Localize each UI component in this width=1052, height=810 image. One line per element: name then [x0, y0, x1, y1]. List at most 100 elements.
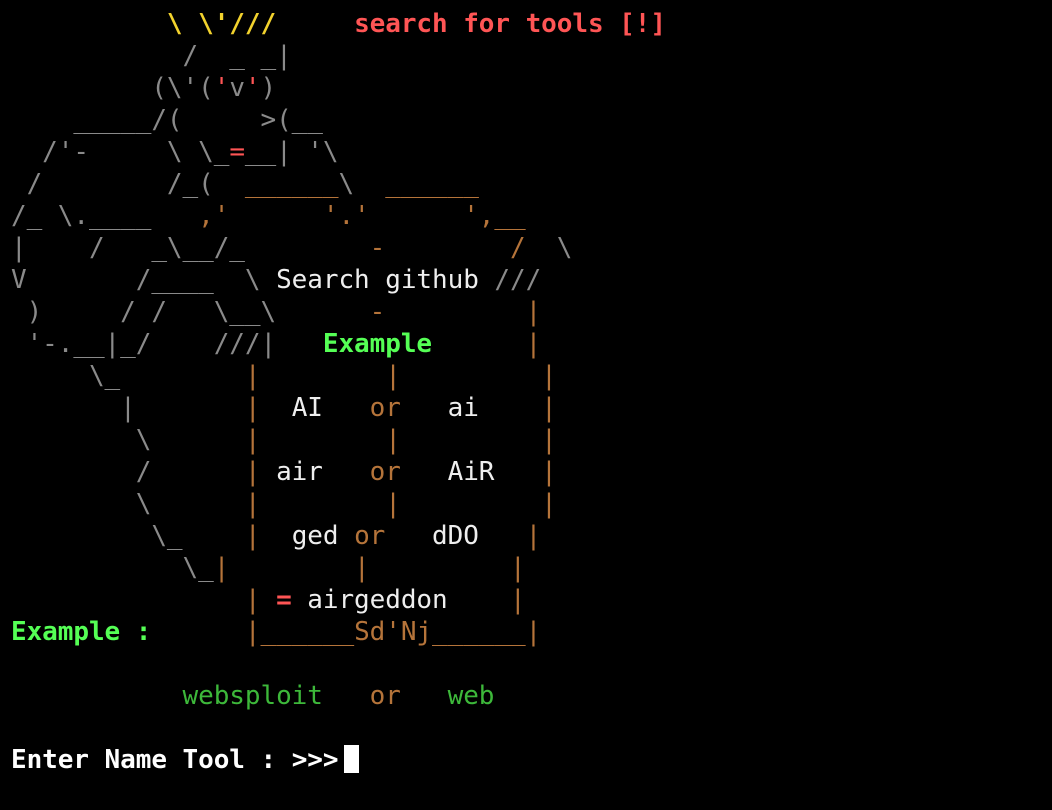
prompt-label: Enter Name Tool :	[11, 745, 277, 775]
pair-right: ai	[447, 393, 479, 423]
box-art: |	[494, 457, 557, 487]
example-right: web	[447, 681, 495, 711]
pair-row-3: \_ | ged or dDO |	[11, 520, 541, 552]
banner-row-1: \ \'/// search for tools [!]	[11, 8, 666, 40]
ascii-art: '-.__|_/ ///|	[11, 329, 323, 359]
crown-art: \ \'///	[11, 9, 339, 39]
ascii-art: /'- \ \_	[11, 137, 230, 167]
ascii-art: |	[11, 393, 214, 423]
ascii-art-eye: '	[213, 73, 230, 103]
box-title: Search github	[276, 265, 479, 295]
banner-row-3: (\'('v')	[11, 72, 276, 104]
box-art: ______	[244, 169, 339, 199]
result-value: airgeddon	[307, 585, 448, 615]
box-art: | | |	[213, 489, 557, 519]
text-cursor[interactable]	[344, 745, 360, 773]
banner-row-14: \ | | |	[11, 488, 557, 520]
pair-left: ged	[291, 521, 339, 551]
example-row: Example : |______Sd'Nj______|	[11, 616, 541, 648]
banner-row-12: \_ | | |	[11, 360, 557, 392]
banner-row-5: /'- \ \_=__| '\	[11, 136, 338, 168]
banner-row-9: V /____ \ Search github ///	[11, 264, 541, 296]
ascii-art: | / _\__/_	[11, 233, 245, 263]
box-signature: Sd'Nj	[354, 617, 433, 647]
box-art: |	[447, 585, 526, 615]
example-label: Example :	[11, 617, 152, 647]
box-art: |	[478, 521, 542, 551]
example-values-row: websploit or web	[11, 680, 495, 712]
box-art: |______	[151, 617, 355, 647]
box-art: | | |	[213, 361, 557, 391]
ascii-art: / /_(	[11, 169, 245, 199]
example-separator: or	[369, 681, 401, 711]
banner-row-7: /_ \.____ ,' '.' ',__	[11, 200, 526, 232]
ascii-art: __| '\	[244, 137, 339, 167]
ascii-art: \_	[11, 521, 214, 551]
prompt-arrow: >>>	[291, 745, 339, 775]
box-art: - |	[369, 297, 542, 327]
box-art: | | |	[213, 553, 526, 583]
box-example-heading: Example	[322, 329, 433, 359]
banner-row-8: | / _\__/_ - / \	[11, 232, 572, 264]
box-art: ,' '.' ',__	[198, 201, 526, 231]
ascii-art: _____/( >(__	[11, 105, 323, 135]
box-art: | | |	[213, 425, 557, 455]
ascii-art: \_	[11, 553, 214, 583]
box-art: |	[11, 585, 277, 615]
ascii-art-mouth: =	[229, 137, 245, 167]
box-art: |	[213, 521, 292, 551]
pair-separator: or	[369, 393, 401, 423]
ascii-art-eye: '	[244, 73, 261, 103]
pair-right: AiR	[447, 457, 495, 487]
box-art: ______	[385, 169, 479, 199]
result-marker: =	[276, 585, 292, 615]
banner-row-11: '-.__|_/ ///| Example |	[11, 328, 542, 360]
box-art: |	[432, 329, 542, 359]
pair-right: dDO	[432, 521, 479, 551]
banner-row-4: _____/( >(__	[11, 104, 323, 136]
box-art: ______|	[432, 617, 542, 647]
ascii-art: /_ \.____	[11, 201, 199, 231]
prompt-row[interactable]: Enter Name Tool : >>>	[11, 744, 360, 776]
banner-row-10: ) / / \__\ - |	[11, 296, 542, 328]
box-art: - /	[244, 233, 542, 263]
ascii-art: \	[338, 169, 386, 199]
box-art: |	[213, 393, 292, 423]
terminal-window: \ \'/// search for tools [!] / _ _| (\'(…	[0, 0, 1052, 810]
pair-row-1: | | AI or ai |	[11, 392, 557, 424]
ascii-art: / _ _|	[11, 41, 292, 71]
ascii-art: /	[11, 457, 214, 487]
ascii-art: v	[229, 73, 245, 103]
pair-row-2: / | air or AiR |	[11, 456, 557, 488]
banner-heading: search for tools [!]	[354, 9, 666, 39]
ascii-art: \	[541, 233, 573, 263]
pair-left: AI	[291, 393, 323, 423]
ascii-art: )	[260, 73, 277, 103]
ascii-art: V /____ \	[11, 265, 277, 295]
pair-separator: or	[354, 521, 386, 551]
pair-separator: or	[369, 457, 401, 487]
box-art: |	[478, 393, 557, 423]
banner-row-6: / /_( ______\ ______	[11, 168, 479, 200]
ascii-art: ) / / \__\	[11, 297, 370, 327]
ascii-art: \_	[11, 361, 214, 391]
ascii-art: ///	[478, 265, 542, 295]
result-row: | = airgeddon |	[11, 584, 526, 616]
box-art: |	[213, 457, 277, 487]
ascii-art: \	[11, 489, 214, 519]
pair-left: air	[276, 457, 323, 487]
ascii-art: \	[11, 425, 214, 455]
example-left: websploit	[182, 681, 323, 711]
banner-row-15: \_| | |	[11, 552, 526, 584]
